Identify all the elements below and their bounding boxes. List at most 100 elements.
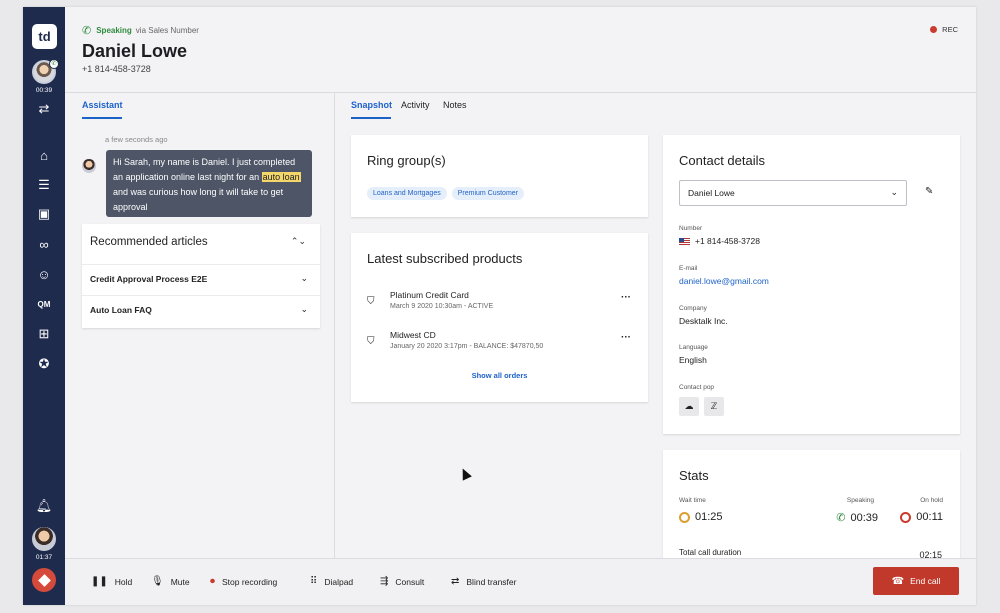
home-icon[interactable]: ⌂ (35, 146, 53, 164)
consult-button[interactable]: ⇶ Consult (380, 576, 424, 587)
phone-icon: ✆ (82, 25, 92, 37)
tab-activity[interactable]: Activity (401, 100, 430, 110)
status-indicator-icon[interactable] (32, 568, 56, 592)
ring-group-title: Ring group(s) (367, 153, 446, 168)
end-call-button[interactable]: ☎ End call (873, 567, 959, 595)
zendesk-icon[interactable]: ℤ (704, 397, 724, 416)
stop-recording-label: Stop recording (222, 576, 278, 587)
message-timestamp: a few seconds ago (105, 135, 168, 144)
caller-number: +1 814-458-3728 (82, 64, 151, 74)
stats-title: Stats (679, 468, 709, 483)
company-label: Company (679, 305, 707, 312)
ring-group-chip[interactable]: Loans and Mortgages (367, 187, 447, 200)
mute-label: Mute (170, 576, 190, 587)
dialpad-button[interactable]: ⠿ Dialpad (310, 576, 353, 587)
bell-icon[interactable]: 🔔︎ (35, 497, 53, 515)
end-call-label: End call (910, 576, 941, 586)
blind-transfer-button[interactable]: ⇄ Blind transfer (451, 576, 516, 587)
transfer-icon: ⇄ (451, 576, 460, 587)
chevron-down-icon[interactable]: ⌄ (300, 304, 308, 315)
more-options-icon[interactable]: ··· (621, 332, 631, 343)
qm-icon[interactable]: QM (35, 295, 53, 313)
email-label: E-mail (679, 265, 698, 272)
number-value: +1 814-458-3728 (679, 236, 760, 246)
caller-name: Daniel Lowe (82, 41, 188, 61)
app-window: td ✆ 00:39 ⇄ ⌂ ☰ ▣ ∞ ☺ QM ⊞ ✪ 🔔︎ 01:37 ✆… (23, 7, 976, 605)
transcript-keyword[interactable]: auto loan (261, 172, 301, 182)
ring-group-card: Ring group(s) Loans and Mortgages Premiu… (351, 135, 648, 217)
product-name: Midwest CD (390, 330, 436, 340)
hold-button[interactable]: ❚❚ Hold (91, 576, 132, 587)
record-dot-icon (930, 26, 938, 33)
product-item[interactable]: ⛉ Midwest CD January 20 2020 3:17pm - BA… (367, 330, 637, 364)
product-item[interactable]: ⛉ Platinum Credit Card March 9 2020 10:3… (367, 290, 637, 324)
pause-icon (900, 511, 912, 523)
dialpad-icon: ⠿ (310, 576, 318, 587)
tab-notes[interactable]: Notes (443, 100, 467, 110)
wait-time-label: Wait time (679, 497, 706, 504)
agent-avatar[interactable] (32, 527, 56, 551)
assistant-panel: Assistant a few seconds ago Hi Sarah, my… (65, 93, 335, 558)
line-label: via Sales Number (135, 26, 199, 35)
total-duration-label: Total call duration (679, 548, 742, 557)
blind-transfer-label: Blind transfer (466, 576, 517, 587)
edit-icon[interactable]: ✎ (925, 186, 933, 197)
number-label: Number (679, 225, 703, 232)
transcript-bubble: Hi Sarah, my name is Daniel. I just comp… (106, 150, 312, 217)
ring-group-chip[interactable]: Premium Customer (451, 187, 525, 200)
contact-details-card: Contact details Daniel Lowe ⌄ ✎ Number +… (663, 135, 960, 434)
article-item[interactable]: Auto Loan FAQ ⌄ (82, 295, 320, 325)
hold-stat: On hold 00:11 (853, 497, 943, 523)
tab-snapshot[interactable]: Snapshot (351, 100, 392, 110)
contact-pop-label: Contact pop (679, 384, 715, 391)
article-label: Auto Loan FAQ (90, 305, 152, 315)
hangup-icon: ☎ (891, 575, 905, 587)
mute-button[interactable]: 🎙︎ Mute (151, 576, 190, 587)
wait-time-stat: Wait time 01:25 (679, 497, 769, 523)
tab-assistant[interactable]: Assistant (82, 100, 123, 110)
mic-off-icon: 🎙︎ (151, 576, 164, 587)
stop-record-icon: ⏺ (210, 576, 215, 587)
dialpad-label: Dialpad (324, 576, 354, 587)
list-icon[interactable]: ☰ (35, 176, 53, 194)
show-all-orders-link[interactable]: Show all orders (351, 371, 648, 380)
voicemail-icon[interactable]: ∞ (35, 235, 53, 253)
tab-underline (82, 117, 122, 119)
chevron-down-icon[interactable]: ⌄ (300, 273, 308, 284)
contact-title: Contact details (679, 153, 765, 168)
star-icon[interactable]: ✪ (35, 355, 53, 373)
nav-rail: td ✆ 00:39 ⇄ ⌂ ☰ ▣ ∞ ☺ QM ⊞ ✪ 🔔︎ 01:37 (23, 7, 65, 605)
chevron-down-icon: ⌄ (890, 187, 898, 197)
mouse-cursor-icon (458, 466, 472, 481)
stop-recording-button[interactable]: ⏺ Stop recording (210, 576, 277, 587)
app-logo[interactable]: td (32, 24, 57, 49)
phone-icon: ✆ (836, 512, 846, 524)
product-meta: January 20 2020 3:17pm - BALANCE: $47870… (390, 343, 544, 350)
caller-chat-avatar (82, 159, 96, 173)
consult-label: Consult (395, 576, 425, 587)
call-header: ✆ Speaking via Sales Number Daniel Lowe … (65, 7, 976, 92)
consult-icon: ⇶ (380, 576, 389, 587)
product-name: Platinum Credit Card (390, 290, 469, 300)
language-label: Language (679, 344, 708, 351)
transcript-text-2: and was curious how long it will take to… (113, 187, 284, 212)
main-tabs: Snapshot Activity Notes (335, 93, 976, 123)
salesforce-icon[interactable]: ☁ (679, 397, 699, 416)
transfer-icon[interactable]: ⇄ (35, 100, 53, 118)
email-link[interactable]: daniel.lowe@gmail.com (679, 276, 769, 286)
contact-select[interactable]: Daniel Lowe ⌄ (679, 180, 907, 206)
product-meta: March 9 2020 10:30am - ACTIVE (390, 303, 494, 310)
article-label: Credit Approval Process E2E (90, 274, 208, 284)
more-options-icon[interactable]: ··· (621, 292, 631, 303)
contacts-icon[interactable]: ▣ (35, 205, 53, 223)
language-value: English (679, 355, 707, 365)
active-call-badge-icon: ✆ (49, 59, 59, 69)
status-label: Speaking (96, 26, 132, 35)
hold-label: Hold (114, 576, 133, 587)
article-item[interactable]: Credit Approval Process E2E ⌄ (82, 264, 320, 294)
emoji-icon[interactable]: ☺ (35, 265, 53, 283)
recommended-articles-card: Recommended articles ⌃⌄ Credit Approval … (82, 224, 320, 328)
collapse-icon[interactable]: ⌃⌄ (291, 236, 306, 247)
gift-icon[interactable]: ⊞ (35, 325, 53, 343)
tab-underline (351, 117, 391, 119)
